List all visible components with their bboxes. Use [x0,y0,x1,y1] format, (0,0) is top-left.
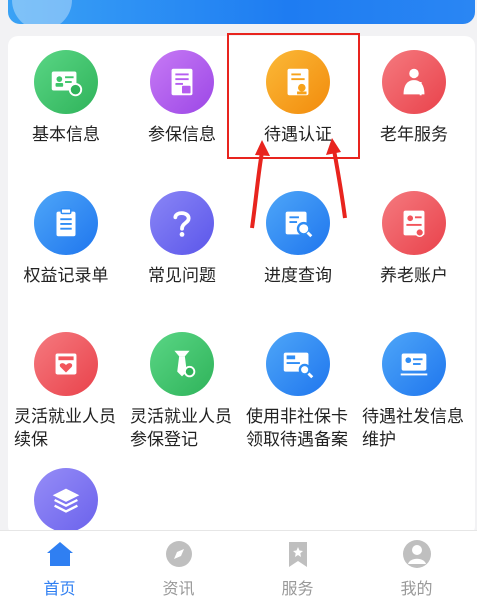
grid-item-label: 老年服务 [380,125,448,145]
renew-heart-icon [34,332,98,396]
info-card-icon [382,332,446,396]
grid-item-label: 常见问题 [148,266,216,286]
tab-label: 首页 [43,579,76,598]
id-card-icon [34,50,98,114]
grid-item-label: 权益记录单 [23,266,109,286]
tab-label: 服务 [281,579,314,598]
grid-item-benefit-certification[interactable]: 待遇认证 [240,50,356,147]
grid-item-more[interactable] [8,468,124,532]
grid-item-non-card-filing[interactable]: 使用非社保卡领取待遇备案 [240,332,356,468]
grid-item-elderly-service[interactable]: 老年服务 [356,50,472,147]
certificate-icon [266,50,330,114]
grid-item-faq[interactable]: 常见问题 [124,191,240,288]
bookmark-icon [283,539,313,569]
grid-item-label: 待遇社发信息维护 [362,407,464,450]
progress-search-icon [266,191,330,255]
compass-icon [164,539,194,569]
grid-item-label: 使用非社保卡领取待遇备案 [246,407,348,450]
question-icon [150,191,214,255]
tab-mine[interactable]: 我的 [357,531,476,601]
tab-label: 资讯 [162,579,195,598]
top-banner [8,0,475,24]
grid-item-rights-record[interactable]: 权益记录单 [8,191,124,288]
grid-item-label: 灵活就业人员续保 [14,407,116,450]
grid-item-label: 待遇认证 [264,125,332,145]
layers-icon [34,468,98,532]
elderly-icon [382,50,446,114]
services-grid: 基本信息 参保信息 待遇认证 老年服务 权益记录单 常见问题 进度查询 养老账户… [8,36,475,536]
grid-item-progress-query[interactable]: 进度查询 [240,191,356,288]
grid-item-label: 进度查询 [264,266,332,286]
home-icon [45,539,75,569]
grid-item-flexible-renew[interactable]: 灵活就业人员续保 [8,332,124,468]
grid-item-label: 参保信息 [148,125,216,145]
tab-news[interactable]: 资讯 [119,531,238,601]
grid-item-insurance-info[interactable]: 参保信息 [124,50,240,147]
tab-service[interactable]: 服务 [238,531,357,601]
insurance-doc-icon [150,50,214,114]
grid-item-flexible-register[interactable]: 灵活就业人员参保登记 [124,332,240,468]
user-icon [402,539,432,569]
grid-item-label: 灵活就业人员参保登记 [130,407,232,450]
grid-item-label: 养老账户 [380,266,448,286]
tab-home[interactable]: 首页 [0,531,119,601]
grid-item-label: 基本信息 [32,125,100,145]
grid-item-basic-info[interactable]: 基本信息 [8,50,124,147]
clipboard-icon [34,191,98,255]
job-search-icon [266,332,330,396]
grid-item-pension-account[interactable]: 养老账户 [356,191,472,288]
bottom-tab-bar: 首页 资讯 服务 我的 [0,530,477,601]
tie-search-icon [150,332,214,396]
tab-label: 我的 [400,579,433,598]
pension-account-icon [382,191,446,255]
grid-item-benefit-info-maintain[interactable]: 待遇社发信息维护 [356,332,472,468]
